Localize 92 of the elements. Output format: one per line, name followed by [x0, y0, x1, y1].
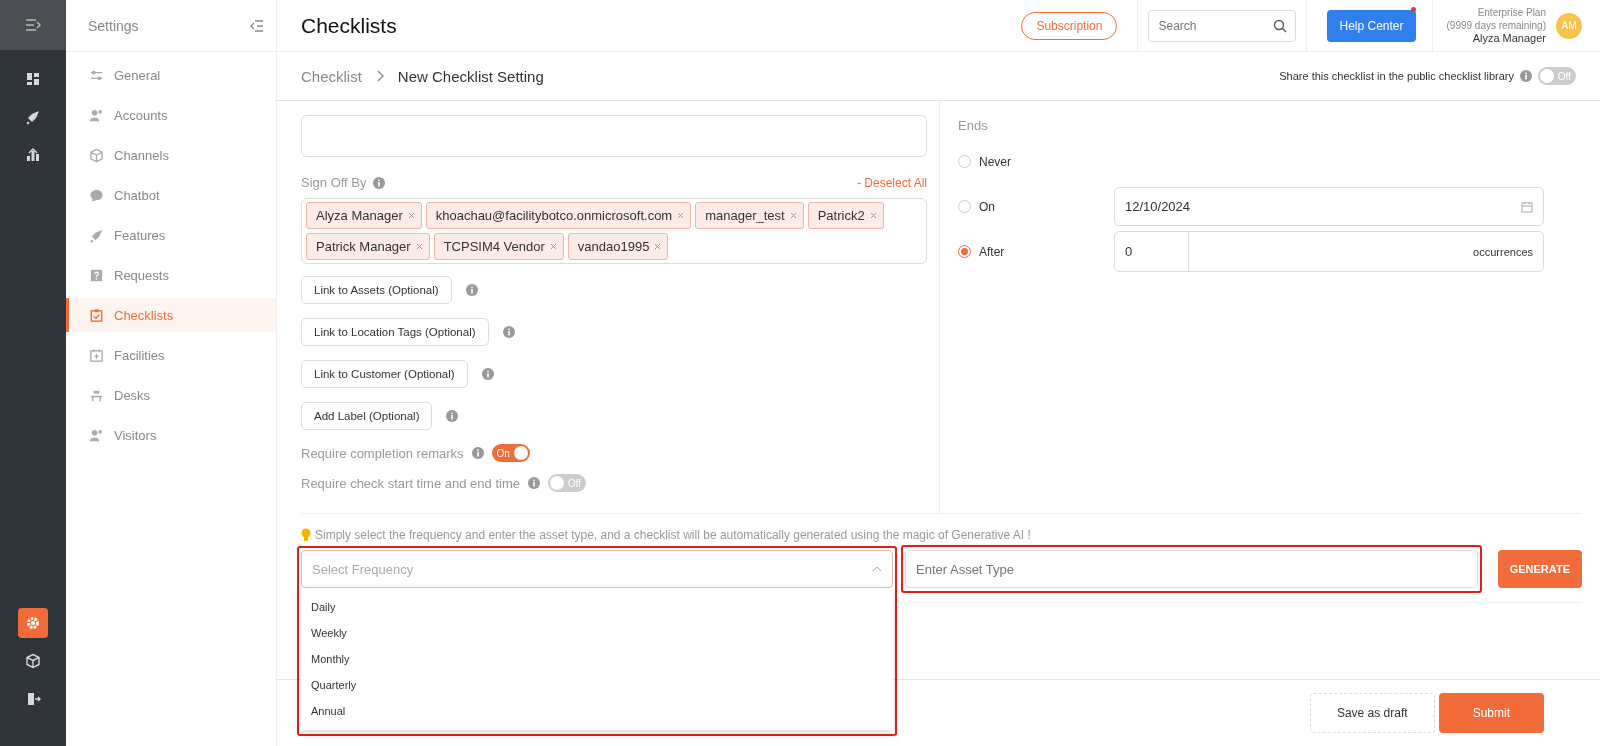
submit-button[interactable]: Submit [1438, 693, 1544, 733]
info-icon [502, 326, 515, 338]
close-icon[interactable] [415, 243, 423, 250]
search-field[interactable]: Search [1148, 9, 1297, 42]
breadcrumb-current: New Checklist Setting [397, 67, 544, 85]
deselect-all-link[interactable]: - Deselect All [856, 175, 927, 190]
settings-menu-item[interactable]: General [66, 58, 276, 92]
dropdown-option[interactable]: Annual [301, 698, 893, 724]
chevron-icon [375, 70, 384, 82]
dropdown-option[interactable]: Quarterly [301, 672, 893, 698]
caret-icon [872, 566, 882, 572]
panel-title: Settings [88, 17, 139, 34]
calendar-icon [1521, 200, 1533, 213]
notification-dot [1410, 7, 1416, 12]
tag-label: TCPSIM4 Vendor [443, 239, 545, 254]
radio-label: On [979, 199, 995, 214]
dropdown-option[interactable]: Daily [301, 594, 893, 620]
count-field[interactable]: 0 [1115, 232, 1189, 271]
breadcrumb-link[interactable]: Checklist [301, 67, 362, 85]
close-icon[interactable] [677, 212, 685, 219]
toggle-switch[interactable]: On [491, 444, 530, 462]
settings-icon[interactable] [18, 608, 48, 638]
tag-label: vandao1995 [577, 239, 650, 254]
radio-button[interactable] [958, 245, 971, 258]
info-icon [446, 410, 459, 422]
search-icon [1273, 18, 1288, 33]
info-icon [527, 477, 540, 489]
info-icon [465, 284, 478, 296]
radio-label: After [979, 244, 1005, 259]
link-button[interactable]: Link to Location Tags (Optional) [301, 318, 489, 346]
collapse-icon[interactable] [250, 19, 264, 32]
link-button[interactable]: Link to Customer (Optional) [301, 360, 468, 388]
tag-label: Patrick Manager [316, 239, 411, 254]
help-center-button[interactable]: Help Center [1327, 9, 1416, 42]
radio-button[interactable] [958, 200, 971, 213]
settings-menu-item[interactable]: Desks [66, 378, 276, 412]
radio-label: Never [979, 154, 1011, 169]
generate-button[interactable]: GENERATE [1497, 550, 1582, 588]
assign-field[interactable] [301, 115, 927, 157]
plan-days: (9999 days remaining) [1446, 19, 1546, 32]
calendar-plus-icon [89, 347, 104, 363]
date-field[interactable]: 12/10/2024 [1114, 187, 1544, 226]
unit-label: occurrences [1473, 245, 1534, 258]
close-icon[interactable] [789, 212, 797, 219]
info-icon [471, 447, 484, 459]
info-icon [1520, 70, 1532, 82]
user-name: Alyza Manager [1471, 32, 1546, 45]
dropdown-option[interactable]: Weekly [301, 620, 893, 646]
settings-menu-item[interactable]: Chatbot [66, 178, 276, 212]
link-button[interactable]: Link to Assets (Optional) [301, 276, 452, 304]
help-icon [89, 267, 104, 283]
page-title: Checklists [301, 13, 398, 38]
tag-label: Alyza Manager [316, 208, 403, 223]
clipboard-check-icon [89, 307, 104, 323]
settings-menu-item[interactable]: Visitors [66, 418, 276, 452]
asset-type-field[interactable]: Enter Asset Type [905, 550, 1478, 588]
lightbulb-icon [301, 528, 311, 542]
cube-icon [89, 147, 104, 163]
people-icon [89, 107, 104, 123]
link-button[interactable]: Add Label (Optional) [301, 402, 433, 430]
close-icon[interactable] [654, 243, 662, 250]
rocket-icon [89, 227, 104, 243]
save-draft-button[interactable]: Save as draft [1309, 693, 1435, 733]
subscription-button[interactable]: Subscription [1021, 11, 1118, 40]
tag-label: khoachau@facilitybotco.onmicrosoft.com [435, 208, 673, 223]
settings-menu-item[interactable]: Checklists [66, 298, 276, 332]
menu-icon[interactable] [25, 18, 41, 32]
info-icon [481, 368, 494, 380]
people-icon [89, 427, 104, 443]
share-label: Share this checklist in the public checklist library [1279, 70, 1514, 82]
radio-button[interactable] [958, 155, 971, 168]
tag-label: Patrick2 [817, 208, 865, 223]
close-icon[interactable] [869, 212, 877, 219]
close-icon[interactable] [549, 243, 557, 250]
section-label: Ends [958, 118, 989, 133]
toggle-label: Require completion remarks [301, 445, 464, 461]
settings-menu-item[interactable]: Accounts [66, 98, 276, 132]
chat-bubble-icon [89, 187, 104, 203]
toggle-label: Require check start time and end time [301, 475, 520, 491]
frequency-select[interactable]: Select Frequency [301, 550, 893, 588]
plan-name: Enterprise Plan [1476, 6, 1546, 19]
settings-menu-item[interactable]: Requests [66, 258, 276, 292]
settings-menu-item[interactable]: Features [66, 218, 276, 252]
settings-menu-item[interactable]: Facilities [66, 338, 276, 372]
tag-label: manager_test [705, 208, 785, 223]
dropdown-option[interactable]: Monthly [301, 646, 893, 672]
close-icon[interactable] [407, 212, 415, 219]
tag-field[interactable]: Alyza Manager khoachau@facilitybotco.onmicrosoft.com manager_test Patrick2 Patrick Manager TCPSIM4 Vendor vandao1995 [301, 198, 927, 264]
info-icon [372, 176, 385, 189]
ai-hint: Simply select the frequency and enter the asset type, and a checklist will be automatically generated using the magic of Generative AI ! [315, 528, 1031, 542]
settings-menu-item[interactable]: Channels [66, 138, 276, 172]
field-label: Sign Off By [301, 175, 367, 190]
